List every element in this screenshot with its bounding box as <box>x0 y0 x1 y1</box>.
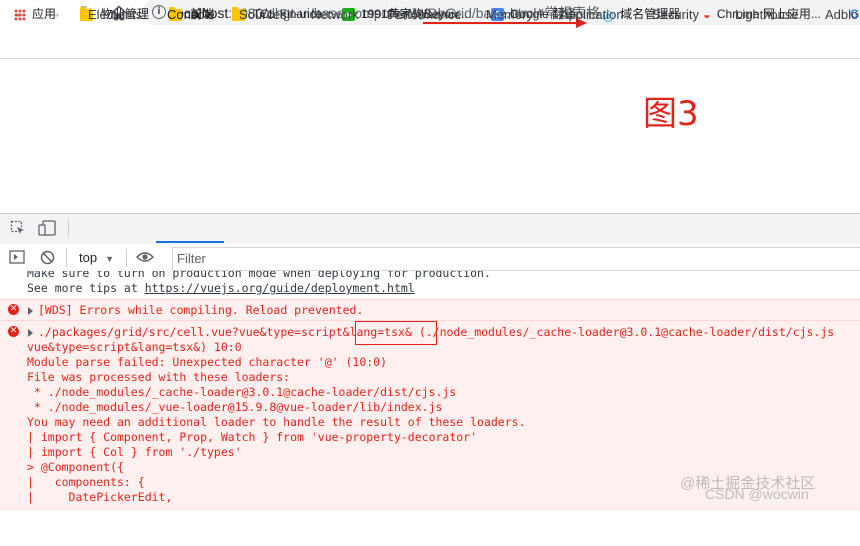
expand-triangle-icon[interactable] <box>28 307 33 315</box>
toolbar-separator <box>66 249 67 267</box>
devtools-tab-bar <box>0 213 860 245</box>
context-label: top <box>79 250 98 265</box>
error-line: | import { Col } from './types' <box>27 445 242 459</box>
figure-annotation: 图3 <box>643 94 699 134</box>
bookmarks-bar <box>0 30 860 59</box>
console-message-info: Make sure to turn on production mode whe… <box>0 271 860 300</box>
inspect-element-icon[interactable] <box>10 220 26 236</box>
tab-lighthouse[interactable]: Lighthouse <box>735 7 799 23</box>
clear-console-icon[interactable] <box>40 250 55 265</box>
error-line: * ./node_modules/_vue-loader@15.9.8@vue-… <box>27 400 443 414</box>
filter-input[interactable] <box>172 247 860 271</box>
error-line: | DatePickerEdit, <box>27 490 173 504</box>
live-expression-eye-icon[interactable] <box>136 250 154 264</box>
error-line: | import { Component, Prop, Watch } from… <box>27 430 478 444</box>
console-error-wds: ✕ [WDS] Errors while compiling. Reload p… <box>0 299 860 320</box>
tab-separator <box>68 219 69 237</box>
tab-adblock[interactable]: Adblo <box>825 7 858 23</box>
bookmark-label: 应用 <box>32 7 57 21</box>
chrome-webstore-icon: ◒ <box>703 6 711 22</box>
deployment-link[interactable]: https://vuejs.org/guide/deployment.html <box>145 281 415 295</box>
dropdown-arrow-icon: ▼ <box>105 254 114 264</box>
tab-security[interactable]: Security <box>652 7 699 23</box>
error-source-path[interactable]: ./packages/grid/src/cell.vue?vue&type=sc… <box>38 325 343 339</box>
tab-console[interactable]: Console <box>167 7 215 23</box>
log-text: Make sure to turn on production mode whe… <box>27 271 491 280</box>
device-toolbar-icon[interactable] <box>38 220 56 236</box>
bookmark-apps[interactable]: 应用 <box>14 6 56 22</box>
info-icon[interactable]: i <box>152 5 166 19</box>
annotation-highlight-box <box>355 321 437 345</box>
tab-performance[interactable]: Performance <box>387 7 461 23</box>
filter-placeholder: Filter <box>177 251 206 266</box>
tab-elements[interactable]: Elements <box>88 7 142 23</box>
error-line: vue&type=script&lang=tsx&) 10:0 <box>27 340 242 354</box>
tab-sources[interactable]: Sources <box>239 7 287 23</box>
log-text: See more tips at https://vuejs.org/guide… <box>27 281 415 296</box>
error-line: * ./node_modules/_cache-loader@3.0.1@cac… <box>27 385 457 399</box>
expand-triangle-icon[interactable] <box>28 329 33 337</box>
toolbar-separator <box>126 249 127 267</box>
error-line: Module parse failed: Unexpected characte… <box>27 355 388 369</box>
error-icon: ✕ <box>8 326 19 337</box>
error-message: [WDS] Errors while compiling. Reload pre… <box>38 303 364 317</box>
context-selector[interactable]: top ▼ <box>79 250 114 265</box>
apps-grid-icon <box>14 8 26 21</box>
error-line: | components: { <box>27 475 145 489</box>
error-icon: ✕ <box>8 304 19 315</box>
show-sidebar-icon[interactable] <box>9 250 25 264</box>
error-source-rest: (./node_modules/_cache-loader@3.0.1@cach… <box>411 325 835 339</box>
active-tab-indicator <box>156 241 224 243</box>
error-line: You may need an additional loader to han… <box>27 415 526 429</box>
error-line: > @Component({ <box>27 460 124 474</box>
error-line: File was processed with these loaders: <box>27 370 291 384</box>
log-text-prefix: See more tips at <box>27 281 145 295</box>
tab-network[interactable]: Network <box>311 7 359 23</box>
tab-memory[interactable]: Memory <box>486 7 533 23</box>
watermark-csdn: CSDN @wocwin <box>705 486 809 502</box>
tab-application[interactable]: Application <box>560 7 624 23</box>
